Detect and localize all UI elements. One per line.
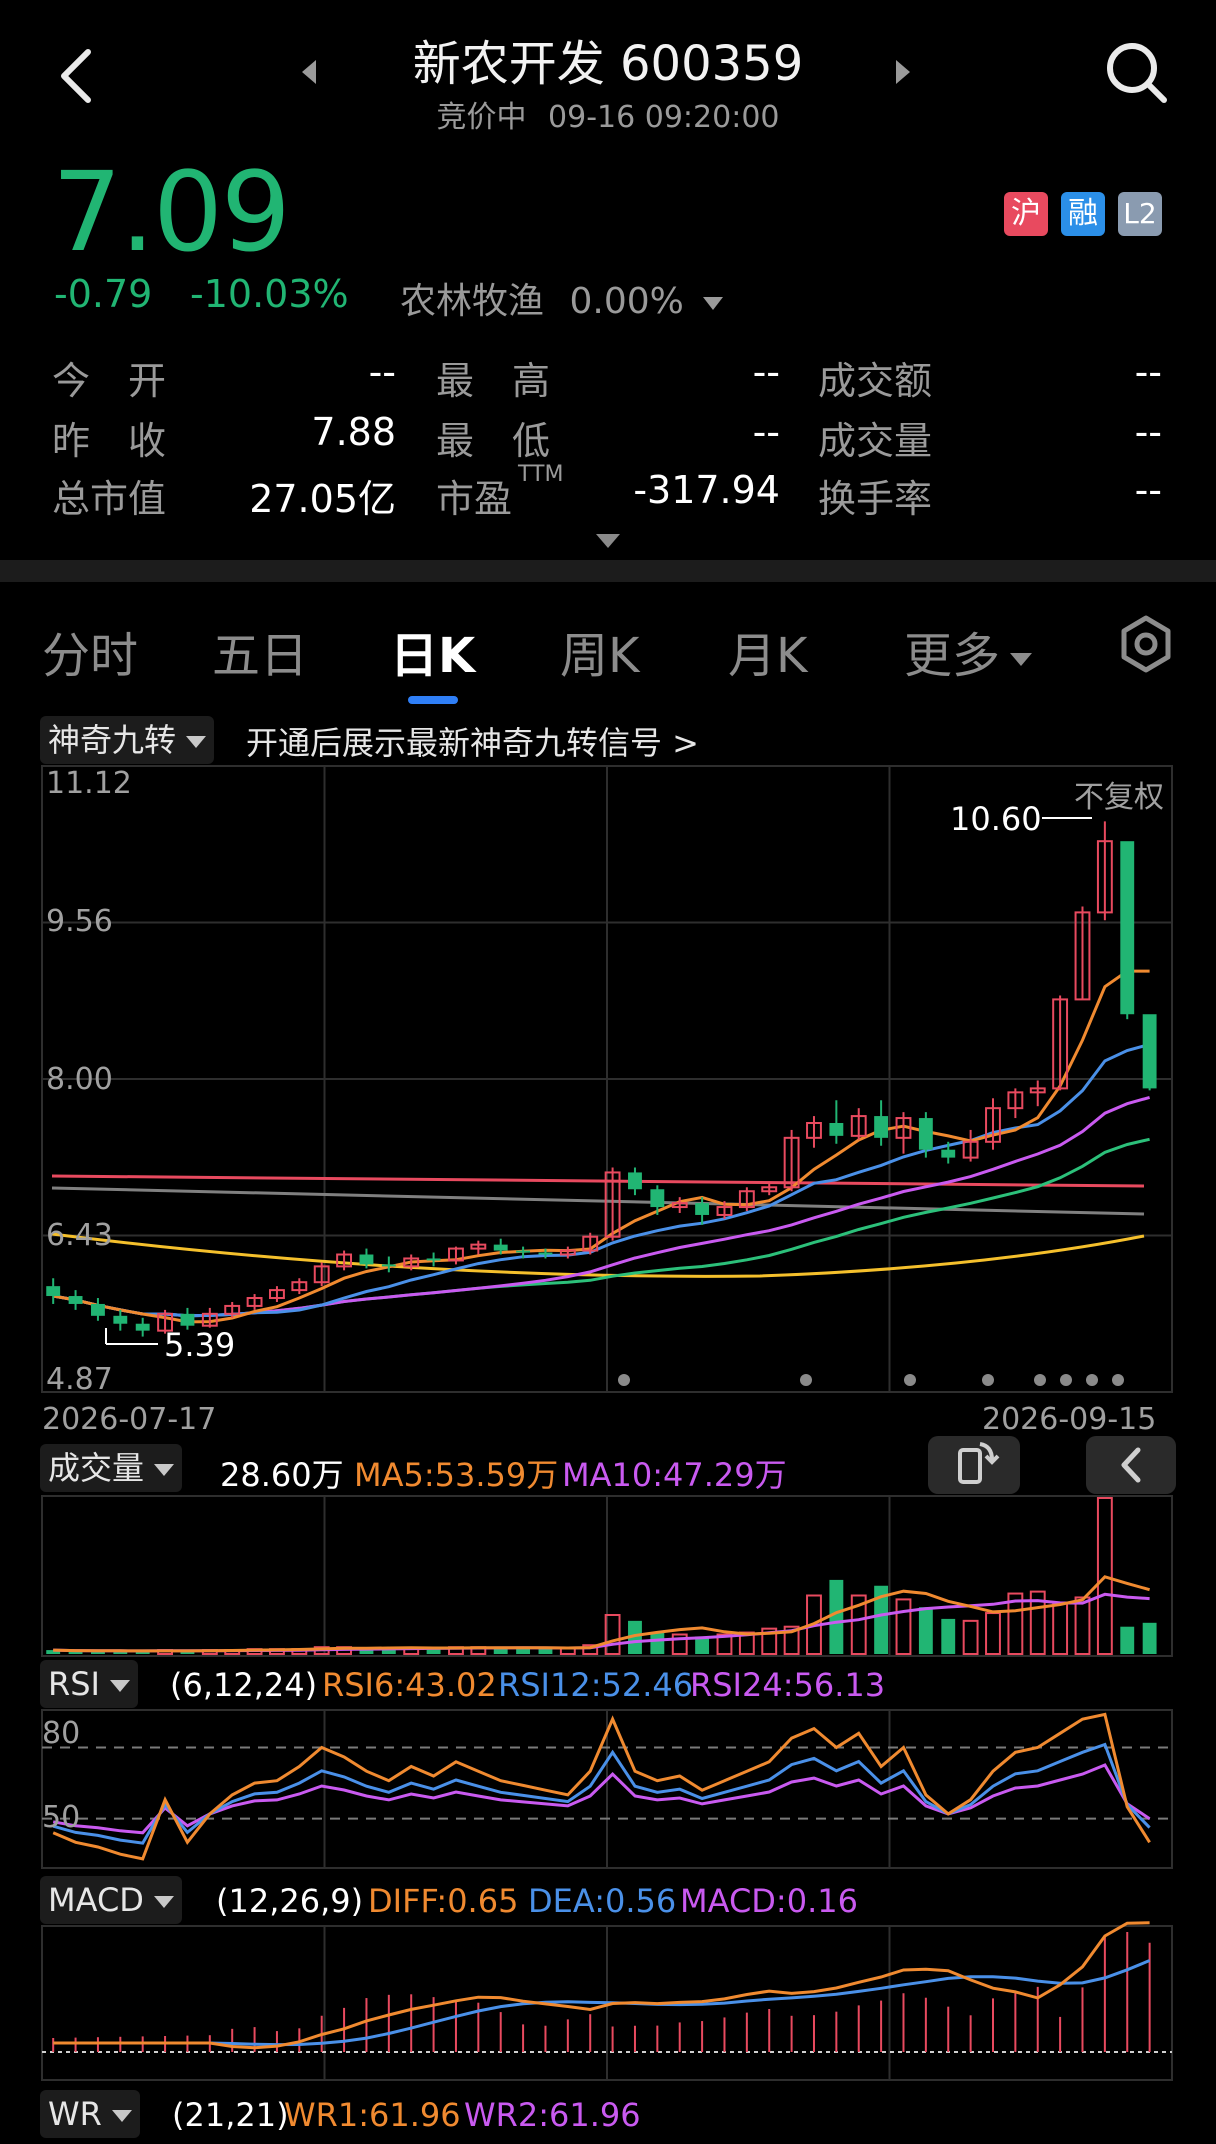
rsi-indicator-select[interactable]: RSI [40, 1660, 138, 1708]
volume-bar [895, 1598, 912, 1656]
date-end: 2026-09-15 [982, 1402, 1157, 1437]
candle-body [180, 1313, 195, 1326]
rsi-select-label: RSI [48, 1665, 100, 1703]
volume-bar [918, 1607, 933, 1654]
rsi-params: (6,12,24) [170, 1666, 318, 1704]
min-price-label: 5.39 [164, 1326, 236, 1364]
price-tick: 9.56 [46, 904, 113, 939]
rsi-level-50: 50 [42, 1800, 81, 1835]
wr2-value: WR2:61.96 [464, 2096, 641, 2134]
candle-body [695, 1203, 710, 1215]
signal-dot [800, 1374, 812, 1386]
chevron-left-icon [1121, 1447, 1141, 1483]
volume-bar [1052, 1602, 1069, 1656]
macd-dea-line [53, 1959, 1151, 2047]
chevron-down-icon [154, 1464, 175, 1476]
volume-current: 28.60万 [220, 1456, 344, 1494]
candle-body [426, 1258, 441, 1261]
volume-bar [985, 1612, 1001, 1656]
signal-dot [1060, 1374, 1072, 1386]
rsi12-line [52, 1742, 1151, 1845]
candle-body [874, 1116, 889, 1138]
candle-body [829, 1123, 844, 1136]
candle-body [918, 1118, 933, 1150]
volume-select-label: 成交量 [48, 1449, 145, 1487]
candle-body [941, 1149, 956, 1158]
candle-body [359, 1254, 374, 1265]
candle-body [113, 1315, 128, 1324]
candle-body [1120, 841, 1135, 1015]
signal-dot [618, 1374, 630, 1386]
macd-indicator-select[interactable]: MACD [40, 1876, 182, 1924]
chart-area[interactable] [0, 0, 1216, 2144]
candle-body [135, 1323, 150, 1331]
candle-body [1142, 1014, 1157, 1089]
price-tick: 6.43 [46, 1218, 113, 1253]
macd-select-label: MACD [48, 1881, 144, 1919]
candle-body [493, 1244, 508, 1251]
rsi6-value: RSI6:43.02 [322, 1666, 497, 1704]
candle-body [46, 1286, 61, 1297]
price-tick: 8.00 [46, 1062, 113, 1097]
rotate-icon [958, 1442, 1000, 1484]
rotate-screen-button[interactable] [928, 1436, 1020, 1494]
signal-dot [1112, 1374, 1124, 1386]
price-tick: 4.87 [46, 1362, 113, 1397]
chevron-down-icon [153, 1896, 174, 1908]
rsi24-line [52, 1763, 1151, 1835]
candle-body [381, 1264, 396, 1267]
adjust-label[interactable]: 不复权 [1074, 772, 1164, 816]
candle-body [91, 1303, 105, 1316]
wr1-value: WR1:61.96 [284, 2096, 461, 2134]
volume-ma5: MA5:53.59万 [354, 1456, 559, 1494]
macd-diff-line [53, 1921, 1150, 2050]
signal-dot [1086, 1374, 1098, 1386]
stock-detail-screen: 新农开发 600359 竞价中 09-16 09:20:00 7.09 -0.7… [0, 0, 1216, 2144]
max-price-label: 10.60 [950, 800, 1042, 838]
macd-value: MACD:0.16 [680, 1882, 858, 1920]
ma250-line [51, 1174, 1145, 1188]
rsi12-value: RSI12:52.46 [498, 1666, 694, 1704]
candle-body [538, 1252, 553, 1255]
rsi-level-80: 80 [42, 1716, 81, 1751]
collapse-panel-button[interactable] [1086, 1436, 1176, 1494]
wr-select-label: WR [48, 2095, 102, 2133]
volume-bar [650, 1632, 665, 1654]
candle-body [650, 1189, 665, 1208]
wr-params: (21,21) [172, 2096, 289, 2134]
price-tick: 11.12 [46, 766, 132, 801]
volume-indicator-select[interactable]: 成交量 [40, 1444, 183, 1492]
candle-body [516, 1250, 531, 1253]
macd-diff: DIFF:0.65 [368, 1882, 519, 1920]
chevron-down-icon [111, 2110, 132, 2122]
wr-indicator-select[interactable]: WR [40, 2090, 140, 2138]
signal-dot [982, 1374, 994, 1386]
volume-bar [1142, 1622, 1157, 1654]
candle-body [68, 1296, 83, 1304]
volume-bar [1074, 1596, 1091, 1655]
candle-body [628, 1172, 642, 1190]
rsi24-value: RSI24:56.13 [690, 1666, 886, 1704]
signal-dot [1034, 1374, 1046, 1386]
chevron-down-icon [109, 1680, 130, 1692]
macd-params: (12,26,9) [216, 1882, 364, 1920]
volume-bar [962, 1619, 979, 1655]
ma30-line [52, 1137, 1150, 1318]
volume-ma10: MA10:47.29万 [562, 1456, 787, 1494]
volume-bar [1120, 1626, 1135, 1654]
signal-dot [904, 1374, 916, 1386]
date-start: 2026-07-17 [42, 1402, 217, 1437]
macd-dea: DEA:0.56 [528, 1882, 677, 1920]
volume-bar [941, 1618, 956, 1654]
volume-bar [829, 1579, 844, 1654]
